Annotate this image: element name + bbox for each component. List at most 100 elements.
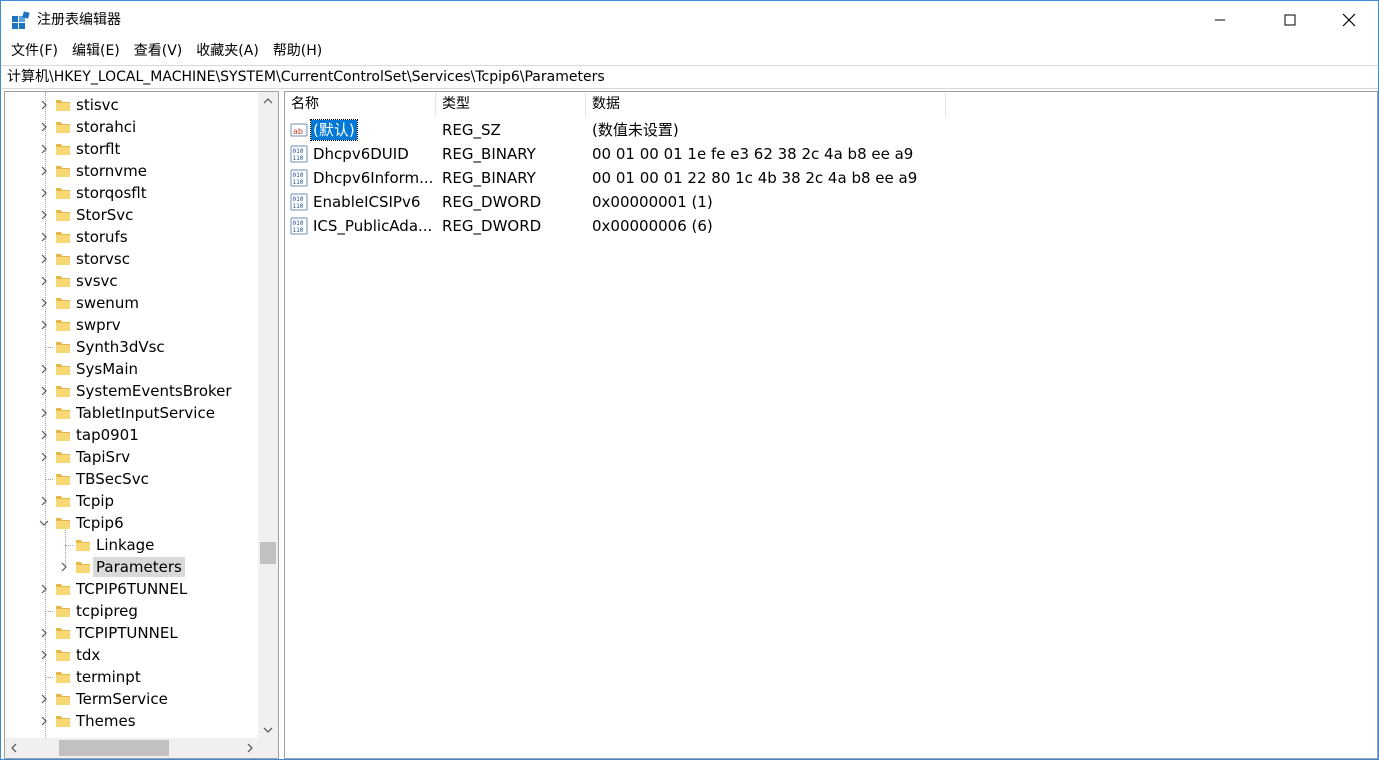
tree-item-tcpiptunnel[interactable]: TCPIPTUNNEL bbox=[5, 622, 259, 644]
chevron-right-icon[interactable] bbox=[38, 385, 50, 397]
tree-item-linkage[interactable]: Linkage bbox=[5, 534, 259, 556]
tree-item-storahci[interactable]: storahci bbox=[5, 116, 259, 138]
chevron-right-icon[interactable] bbox=[38, 275, 50, 287]
menu-favorites[interactable]: 收藏夹(A) bbox=[189, 40, 266, 62]
folder-icon bbox=[55, 361, 71, 377]
chevron-down-icon[interactable] bbox=[38, 517, 50, 529]
tree-item-synth3dvsc[interactable]: Synth3dVsc bbox=[5, 336, 259, 358]
tree-item-label: stornvme bbox=[76, 162, 148, 180]
tree-item-sysmain[interactable]: SysMain bbox=[5, 358, 259, 380]
tree-item-storflt[interactable]: storflt bbox=[5, 138, 259, 160]
chevron-right-icon[interactable] bbox=[38, 715, 50, 727]
menu-view[interactable]: 查看(V) bbox=[127, 40, 190, 62]
tree-item-tap0901[interactable]: tap0901 bbox=[5, 424, 259, 446]
tree-item-tcpip6tunnel[interactable]: TCPIP6TUNNEL bbox=[5, 578, 259, 600]
column-header-name[interactable]: 名称 bbox=[285, 92, 436, 117]
close-icon bbox=[1342, 13, 1356, 27]
value-name: Dhcpv6DUID bbox=[313, 145, 409, 163]
tree-item-systemeventsbroker[interactable]: SystemEventsBroker bbox=[5, 380, 259, 402]
chevron-right-icon[interactable] bbox=[38, 407, 50, 419]
tree-item-parameters[interactable]: Parameters bbox=[5, 556, 259, 578]
chevron-right-icon[interactable] bbox=[38, 319, 50, 331]
chevron-right-icon[interactable] bbox=[38, 99, 50, 111]
chevron-right-icon[interactable] bbox=[38, 143, 50, 155]
tree-horizontal-scroll-thumb[interactable] bbox=[59, 740, 169, 756]
tree-item-termservice[interactable]: TermService bbox=[5, 688, 259, 710]
chevron-right-icon[interactable] bbox=[38, 451, 50, 463]
registry-editor-window: 注册表编辑器 文件(F) 编辑(E) 查看(V) 收藏夹(A) 帮助(H) 计算… bbox=[0, 0, 1379, 760]
menu-file[interactable]: 文件(F) bbox=[4, 40, 65, 62]
tree-item-terminpt[interactable]: terminpt bbox=[5, 666, 259, 688]
chevron-right-icon[interactable] bbox=[38, 165, 50, 177]
value-row[interactable]: 010 110 Dhcpv6Inform... REG_BINARY 00 01 00 … bbox=[285, 166, 1377, 190]
chevron-right-icon[interactable] bbox=[38, 253, 50, 265]
tree-item-stisvc[interactable]: stisvc bbox=[5, 94, 259, 116]
title-bar[interactable]: 注册表编辑器 bbox=[1, 1, 1378, 39]
chevron-right-icon[interactable] bbox=[38, 429, 50, 441]
tree-vertical-scrollbar[interactable] bbox=[258, 92, 278, 738]
tree-item-storqosflt[interactable]: storqosflt bbox=[5, 182, 259, 204]
column-header-data[interactable]: 数据 bbox=[586, 92, 946, 117]
folder-icon bbox=[55, 273, 71, 289]
tree-guide-line bbox=[45, 479, 53, 480]
chevron-right-icon[interactable] bbox=[38, 495, 50, 507]
tree-item-storsvc[interactable]: StorSvc bbox=[5, 204, 259, 226]
column-header-type[interactable]: 类型 bbox=[436, 92, 586, 117]
value-row[interactable]: 010 110 EnableICSIPv6 REG_DWORD 0x00000001 (… bbox=[285, 190, 1377, 214]
maximize-button[interactable] bbox=[1267, 1, 1313, 39]
menu-help[interactable]: 帮助(H) bbox=[266, 40, 329, 62]
tree-item-storvsc[interactable]: storvsc bbox=[5, 248, 259, 270]
binary-value-icon: 010 110 bbox=[290, 193, 308, 211]
chevron-right-icon[interactable] bbox=[38, 363, 50, 375]
chevron-right-icon[interactable] bbox=[38, 231, 50, 243]
chevron-right-icon[interactable] bbox=[38, 583, 50, 595]
tree-item-tapisrv[interactable]: TapiSrv bbox=[5, 446, 259, 468]
chevron-right-icon[interactable] bbox=[38, 627, 50, 639]
scroll-right-button[interactable] bbox=[241, 738, 258, 758]
scroll-up-button[interactable] bbox=[258, 92, 278, 109]
tree-item-label: TabletInputService bbox=[76, 404, 215, 422]
minimize-button[interactable] bbox=[1197, 1, 1243, 39]
tree-item-label: tdx bbox=[76, 646, 101, 664]
folder-icon bbox=[55, 493, 71, 509]
tree-item-themes[interactable]: Themes bbox=[5, 710, 259, 732]
folder-icon bbox=[55, 185, 71, 201]
binary-value-icon: 010 110 bbox=[290, 169, 308, 187]
tree-item-storufs[interactable]: storufs bbox=[5, 226, 259, 248]
chevron-right-icon[interactable] bbox=[38, 297, 50, 309]
chevron-right-icon[interactable] bbox=[58, 561, 70, 573]
folder-icon bbox=[55, 141, 71, 157]
chevron-right-icon[interactable] bbox=[38, 187, 50, 199]
value-row[interactable]: ab (默认) REG_SZ (数值未设置) bbox=[285, 118, 1377, 142]
chevron-right-icon[interactable] bbox=[38, 121, 50, 133]
tree-item-tcpip[interactable]: Tcpip bbox=[5, 490, 259, 512]
tree-item-stornvme[interactable]: stornvme bbox=[5, 160, 259, 182]
tree-item-svsvc[interactable]: svsvc bbox=[5, 270, 259, 292]
scroll-down-button[interactable] bbox=[258, 721, 278, 738]
value-name: (默认) bbox=[310, 119, 358, 141]
tree-item-tdx[interactable]: tdx bbox=[5, 644, 259, 666]
value-row[interactable]: 010 110 Dhcpv6DUID REG_BINARY 00 01 00 01 1e… bbox=[285, 142, 1377, 166]
folder-icon bbox=[55, 713, 71, 729]
chevron-right-icon[interactable] bbox=[38, 693, 50, 705]
value-row[interactable]: 010 110 ICS_PublicAda... REG_DWORD 0x0000000… bbox=[285, 214, 1377, 238]
tree-item-swenum[interactable]: swenum bbox=[5, 292, 259, 314]
menu-edit[interactable]: 编辑(E) bbox=[65, 40, 127, 62]
tree-item-tcpipreg[interactable]: tcpipreg bbox=[5, 600, 259, 622]
tree-item-swprv[interactable]: swprv bbox=[5, 314, 259, 336]
svg-text:010: 010 bbox=[293, 172, 304, 179]
window-title: 注册表编辑器 bbox=[37, 12, 121, 28]
registry-editor-app-icon bbox=[12, 11, 30, 29]
close-button[interactable] bbox=[1326, 1, 1372, 39]
tree-horizontal-scrollbar[interactable] bbox=[5, 738, 258, 758]
tree-vertical-scroll-thumb[interactable] bbox=[260, 542, 276, 564]
folder-icon bbox=[55, 119, 71, 135]
chevron-right-icon bbox=[247, 743, 253, 753]
chevron-right-icon[interactable] bbox=[38, 209, 50, 221]
tree-item-tcpip6[interactable]: Tcpip6 bbox=[5, 512, 259, 534]
tree-item-tabletinputservice[interactable]: TabletInputService bbox=[5, 402, 259, 424]
tree-item-tbsecsvc[interactable]: TBSecSvc bbox=[5, 468, 259, 490]
scroll-left-button[interactable] bbox=[5, 738, 22, 758]
address-bar[interactable]: 计算机\HKEY_LOCAL_MACHINE\SYSTEM\CurrentCon… bbox=[2, 65, 1378, 89]
chevron-right-icon[interactable] bbox=[38, 649, 50, 661]
